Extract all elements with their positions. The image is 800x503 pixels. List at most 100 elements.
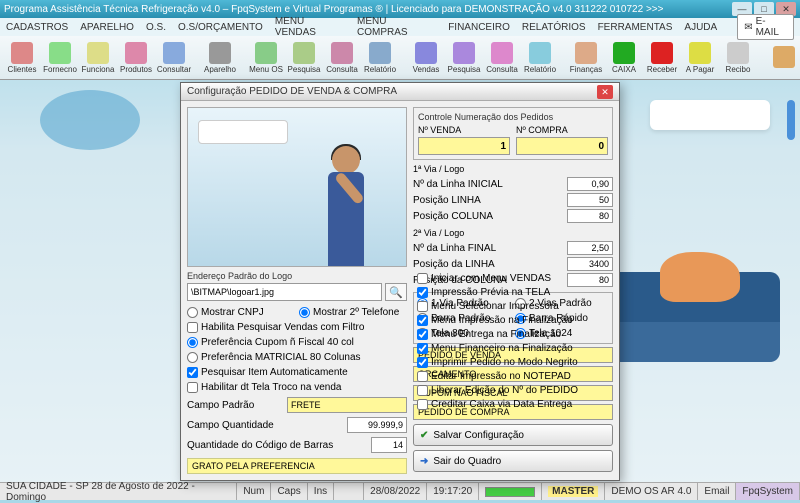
via1-title: 1ª Via / Logo <box>413 164 613 174</box>
aparelho-button-icon <box>209 42 231 64</box>
status-city: SUA CIDADE - SP 28 de Agosto de 2022 - D… <box>0 483 237 500</box>
right-check-9[interactable]: Creditar Caixa via Data Entrega <box>417 397 587 411</box>
config-dialog: Configuração PEDIDO DE VENDA & COMPRA ✕ … <box>180 82 620 481</box>
right-check-3[interactable]: Menu Impressão na Finalização <box>417 313 587 327</box>
menu-os-button-icon <box>255 42 277 64</box>
consultar-prod-button[interactable]: Consultar <box>156 38 192 78</box>
fornecedor-button[interactable]: Fornecno <box>42 38 78 78</box>
consulta-os-button-icon <box>331 42 353 64</box>
via2-input-1[interactable] <box>567 257 613 271</box>
funcionario-button-icon <box>87 42 109 64</box>
menu-cadastros[interactable]: CADASTROS <box>6 22 68 33</box>
extra1-button-icon <box>773 46 795 68</box>
right-check-5[interactable]: Menu Financeiro na Finalização <box>417 341 587 355</box>
logo-path-label: Endereço Padrão do Logo <box>187 271 407 281</box>
toolbar: ClientesFornecnoFuncionaProdutosConsulta… <box>0 36 800 80</box>
caixa-button-icon <box>613 42 635 64</box>
status-user: MASTER <box>548 486 598 497</box>
campo-qtd-input[interactable] <box>347 417 407 433</box>
campo-padrao-label: Campo Padrão <box>187 400 254 411</box>
relatorio-os-button[interactable]: Relatório <box>362 38 398 78</box>
consulta-v-button[interactable]: Consulta <box>484 38 520 78</box>
exit-dialog-button[interactable]: ➜ Sair do Quadro <box>413 450 613 472</box>
menu-ferramentas[interactable]: FERRAMENTAS <box>598 22 673 33</box>
via2-input-0[interactable] <box>567 241 613 255</box>
status-date: 28/08/2022 <box>364 483 427 500</box>
recibo-button-icon <box>727 42 749 64</box>
right-check-4[interactable]: Menu Entrega na Finalização <box>417 327 587 341</box>
status-db: DEMO OS AR 4.0 <box>605 483 698 500</box>
technician-illustration-icon <box>306 146 386 266</box>
menu-financeiro[interactable]: FINANCEIRO <box>448 22 510 33</box>
right-check-2[interactable]: Menu Selecionar Impressora <box>417 299 587 313</box>
via1-input-1[interactable] <box>567 193 613 207</box>
window-title: Programa Assistência Técnica Refrigeraçã… <box>4 4 663 15</box>
venda-label: Nº VENDA <box>418 125 510 135</box>
left-opt-1[interactable]: Mostrar 2º Telefone <box>299 305 407 319</box>
left-opt-5[interactable]: Pesquisar Item Automaticamente <box>187 365 407 379</box>
left-opt-4[interactable]: Preferência MATRICIAL 80 Colunas <box>187 350 407 364</box>
apagar-button[interactable]: A Pagar <box>682 38 718 78</box>
right-check-7[interactable]: Editar Impressão no NOTEPAD <box>417 369 587 383</box>
save-config-button[interactable]: ✔ Salvar Configuração <box>413 424 613 446</box>
left-opt-6[interactable]: Habilitar dt Tela Troco na venda <box>187 380 407 394</box>
funcionario-button[interactable]: Funciona <box>80 38 116 78</box>
logo-path-input[interactable] <box>187 283 382 301</box>
left-opt-3[interactable]: Preferência Cupom ñ Fiscal 40 col <box>187 335 407 349</box>
menu-os-button[interactable]: Menu OS <box>248 38 284 78</box>
menu-relatorios[interactable]: RELATÓRIOS <box>522 22 586 33</box>
menu-compras[interactable]: MENU COMPRAS <box>357 16 436 38</box>
compra-number-input[interactable] <box>516 137 608 155</box>
relatorio-v-button-icon <box>529 42 551 64</box>
extra1-button[interactable] <box>766 38 800 78</box>
relatorio-v-button[interactable]: Relatório <box>522 38 558 78</box>
recibo-button[interactable]: Recibo <box>720 38 756 78</box>
thermometer-icon <box>787 100 795 140</box>
produtos-button-icon <box>125 42 147 64</box>
left-opt-0[interactable]: Mostrar CNPJ <box>187 305 295 319</box>
status-ins: Ins <box>308 483 334 500</box>
menu-orcamento[interactable]: O.S/ORÇAMENTO <box>178 22 263 33</box>
email-button[interactable]: ✉ E-MAIL <box>737 14 794 40</box>
status-email[interactable]: Email <box>698 483 736 500</box>
dialog-close-button[interactable]: ✕ <box>597 85 613 99</box>
menu-vendas[interactable]: MENU VENDAS <box>275 16 345 38</box>
right-check-0[interactable]: Iniciar com Menu VENDAS <box>417 271 587 285</box>
qtd-barras-input[interactable] <box>371 437 407 453</box>
via1-input-2[interactable] <box>567 209 613 223</box>
left-opt-2[interactable]: Habilita Pesquisar Vendas com Filtro <box>187 320 407 334</box>
consulta-os-button[interactable]: Consulta <box>324 38 360 78</box>
menu-os[interactable]: O.S. <box>146 22 166 33</box>
ac-unit-icon <box>650 100 770 130</box>
via1-input-0[interactable] <box>567 177 613 191</box>
status-brand[interactable]: FpqSystem <box>736 483 800 500</box>
compra-label: Nº COMPRA <box>516 125 608 135</box>
campo-padrao-input[interactable] <box>287 397 407 413</box>
menubar: CADASTROS APARELHO O.S. O.S/ORÇAMENTO ME… <box>0 18 800 36</box>
dialog-title: Configuração PEDIDO DE VENDA & COMPRA <box>187 86 397 97</box>
right-check-8[interactable]: Liberar Edição do Nº do PEDIDO <box>417 383 587 397</box>
financas-button[interactable]: Finanças <box>568 38 604 78</box>
browse-logo-button[interactable]: 🔍 <box>385 283 407 301</box>
illustration <box>187 107 407 267</box>
clientes-button[interactable]: Clientes <box>4 38 40 78</box>
right-check-6[interactable]: Imprimir Pedido no Modo Negrito <box>417 355 587 369</box>
vendas-button[interactable]: Vendas <box>408 38 444 78</box>
dialog-titlebar: Configuração PEDIDO DE VENDA & COMPRA ✕ <box>181 83 619 101</box>
apagar-button-icon <box>689 42 711 64</box>
menu-ajuda[interactable]: AJUDA <box>684 22 717 33</box>
consultar-prod-button-icon <box>163 42 185 64</box>
menu-aparelho[interactable]: APARELHO <box>80 22 134 33</box>
produtos-button[interactable]: Produtos <box>118 38 154 78</box>
right-check-1[interactable]: Impressão Prévia na TELA <box>417 285 587 299</box>
cat-icon <box>660 252 740 302</box>
pesquisa-v-button[interactable]: Pesquisa <box>446 38 482 78</box>
progress-bar-icon <box>485 487 535 497</box>
caixa-button[interactable]: CAIXA <box>606 38 642 78</box>
venda-number-input[interactable] <box>418 137 510 155</box>
aparelho-button[interactable]: Aparelho <box>202 38 238 78</box>
financas-button-icon <box>575 42 597 64</box>
campo-qtd-label: Campo Quantidade <box>187 420 274 431</box>
receber-button[interactable]: Receber <box>644 38 680 78</box>
pesquisa-os-button[interactable]: Pesquisa <box>286 38 322 78</box>
